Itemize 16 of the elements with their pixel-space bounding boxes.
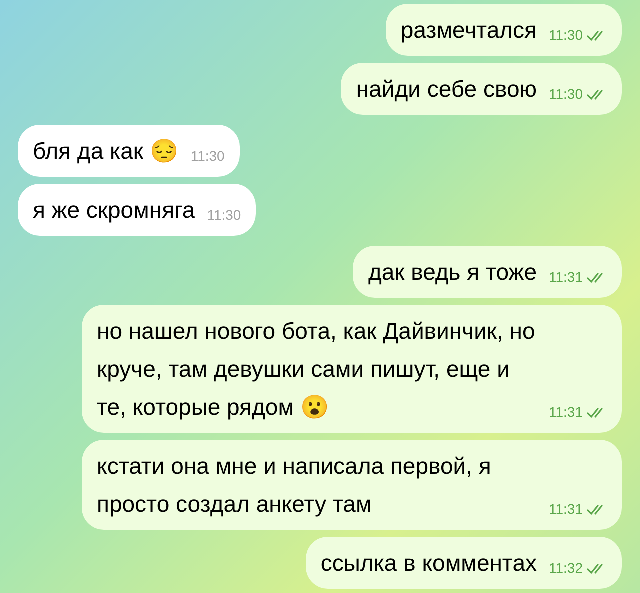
message-text: бля да как 😔 bbox=[33, 137, 179, 166]
message-text: но нашел нового бота, как Дайвинчик, но круче, там девушки сами пишут, еще и те, которые рядом 😮 bbox=[97, 317, 536, 422]
message-text: найди себе свою bbox=[356, 75, 537, 104]
message-time: 11:32 bbox=[549, 559, 583, 578]
message-time: 11:31 bbox=[549, 403, 583, 422]
message-text: дак ведь я тоже bbox=[368, 258, 537, 287]
message-time: 11:30 bbox=[190, 147, 225, 166]
message-time: 11:31 bbox=[549, 500, 583, 519]
message-text: размечтался bbox=[400, 16, 537, 45]
message-time: 11:30 bbox=[549, 85, 583, 104]
message-time: 11:31 bbox=[549, 268, 583, 287]
message-text: я же скромняга bbox=[33, 196, 196, 225]
message-text: кстати она мне и написала первой, я просто создал анкету там bbox=[97, 452, 492, 519]
message-time: 11:30 bbox=[549, 26, 583, 45]
message-text: ссылка в комментах bbox=[320, 549, 537, 578]
message-time: 11:30 bbox=[207, 206, 242, 225]
